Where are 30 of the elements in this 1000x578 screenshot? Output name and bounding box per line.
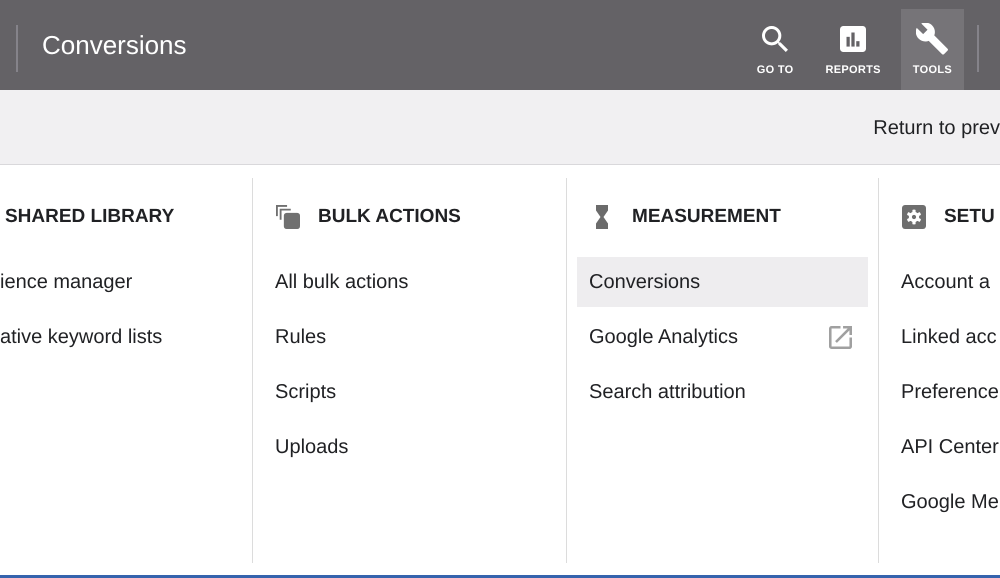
menu-item[interactable]: Scripts — [263, 367, 556, 417]
wrench-icon — [916, 23, 948, 55]
stacked-squares-icon — [276, 205, 300, 229]
column-heading: SETU — [944, 205, 995, 229]
menu-item[interactable]: Preference — [889, 367, 1000, 417]
menu-item[interactable]: ience manager — [0, 257, 242, 307]
menu-item[interactable]: All bulk actions — [263, 257, 556, 307]
column-heading: BULK ACTIONS — [318, 205, 461, 229]
column-heading: MEASUREMENT — [632, 205, 781, 229]
menu-item[interactable]: Rules — [263, 312, 556, 362]
bar-chart-icon — [840, 26, 866, 52]
reports-button[interactable]: REPORTS — [814, 9, 893, 90]
external-link-icon — [829, 326, 852, 348]
menu-item[interactable]: Uploads — [263, 422, 556, 472]
hourglass-icon — [596, 205, 608, 229]
menu-item[interactable]: Search attribution — [577, 367, 868, 417]
go-to-button[interactable]: GO TO — [744, 9, 806, 90]
menu-item[interactable]: Linked acc — [889, 312, 1000, 362]
return-link[interactable]: Return to prev — [873, 115, 1000, 141]
gear-icon — [902, 205, 926, 229]
page-title: Conversions — [42, 29, 187, 61]
menu-item[interactable]: ative keyword lists — [0, 312, 242, 362]
menu-item[interactable]: Google Analytics — [577, 312, 868, 362]
menu-item[interactable]: Account a — [889, 257, 1000, 307]
menu-item[interactable]: API Center — [889, 422, 1000, 472]
search-icon — [762, 26, 788, 52]
menu-item[interactable]: Google Me — [889, 477, 1000, 527]
column-heading: SHARED LIBRARY — [5, 205, 174, 229]
tools-button[interactable]: TOOLS — [900, 9, 964, 90]
menu-item[interactable]: Conversions — [577, 257, 868, 307]
